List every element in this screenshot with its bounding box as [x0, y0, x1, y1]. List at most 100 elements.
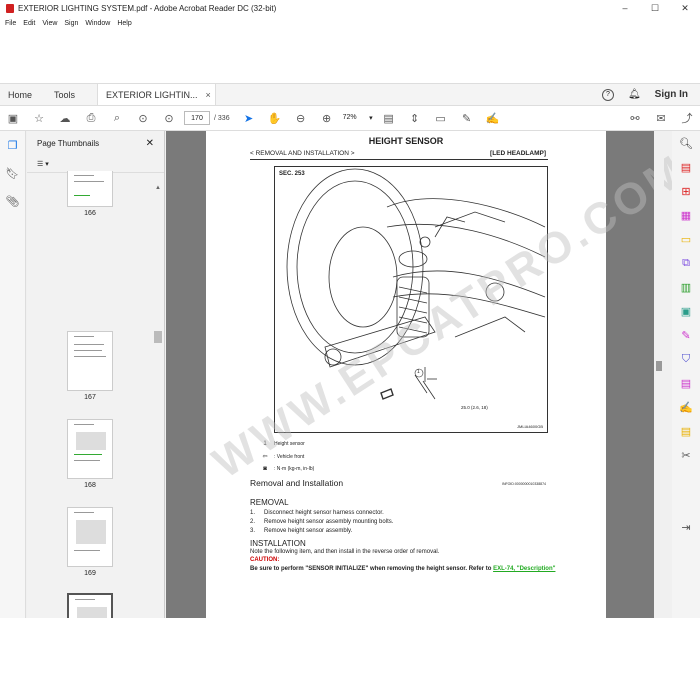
zoom-in-icon[interactable]: ⊕ [314, 106, 340, 131]
comment-icon[interactable]: ▭ [428, 106, 454, 131]
thumbnail-label: 168 [84, 482, 96, 489]
thumbnail-scrollbar[interactable]: ▲ [154, 185, 162, 585]
legend-text: : Vehicle front [274, 453, 305, 460]
next-page-icon[interactable]: ⊙ [156, 106, 182, 131]
print-icon[interactable]: ⎙ [78, 106, 104, 131]
menu-view[interactable]: View [42, 20, 57, 27]
link-icon[interactable]: ⚯ [622, 106, 648, 131]
highlight-pen-icon[interactable]: ✎ [454, 106, 480, 131]
zoom-select[interactable]: 72% ▾ [340, 114, 376, 122]
window-controls: – ☐ ✕ [610, 0, 700, 16]
tab-close-icon[interactable]: × [206, 90, 211, 100]
more-tools-icon[interactable]: ✂ [672, 443, 700, 467]
edit-pdf-icon[interactable]: ▦ [672, 203, 700, 227]
thumbnail-page-169[interactable]: 169 [67, 507, 113, 577]
callout-1: 1 [417, 369, 420, 375]
tab-document[interactable]: EXTERIOR LIGHTIN... × [97, 84, 216, 105]
create-pdf-icon[interactable]: ▣ [0, 106, 26, 131]
step-number: 1. [250, 510, 256, 516]
select-cursor-icon[interactable]: ➤ [236, 106, 262, 131]
protect-icon[interactable]: ⛉ [672, 347, 700, 371]
thumbnail-page-166[interactable]: 166 [67, 171, 113, 217]
removal-installation-heading: Removal and Installation [250, 478, 344, 488]
scroll-mode-icon[interactable]: ⇕ [402, 106, 428, 131]
page-thumbnails-icon[interactable]: ❐ [0, 131, 25, 159]
bookmark-icon[interactable]: 🔖︎ [0, 159, 25, 187]
notification-bell-icon[interactable]: 🔔︎ [628, 89, 641, 100]
document-view[interactable]: HEIGHT SENSOR < REMOVAL AND INSTALLATION… [166, 131, 696, 618]
document-scroll-thumb[interactable] [656, 361, 662, 371]
compress-pdf-icon[interactable]: ▣ [672, 299, 700, 323]
suspension-drawing [286, 168, 546, 400]
combine-files-icon[interactable]: ⧉ [672, 251, 700, 275]
export-pdf-icon[interactable]: ▤ [672, 155, 700, 179]
header-rule [250, 159, 548, 160]
menu-edit[interactable]: Edit [23, 20, 35, 27]
main-toolbar: ▣ ☆ ☁ ⎙ ⌕ ⊙ ⊙ 170 / 336 ➤ ✋ ⊖ ⊕ 72% ▾ ▤ ⇕… [0, 106, 700, 131]
page-number-input[interactable]: 170 [184, 111, 210, 125]
window-titlebar: EXTERIOR LIGHTING SYSTEM.pdf - Adobe Acr… [0, 0, 700, 16]
thumbnail-page-170[interactable]: 170 [67, 593, 113, 618]
share-icon[interactable]: ⤴ [674, 106, 700, 131]
thumbnail-image [67, 171, 113, 207]
fill-sign-icon[interactable]: ✎ [672, 323, 700, 347]
menu-sign[interactable]: Sign [64, 20, 78, 27]
enhance-scans-icon[interactable]: 🔍︎ [672, 131, 700, 155]
comment-tool-icon[interactable]: ▭ [672, 227, 700, 251]
collapse-rail-icon[interactable]: ⇥ [672, 515, 700, 539]
torque-wrench-icon: ◙ [263, 466, 267, 472]
step-text: Disconnect height sensor harness connect… [264, 510, 384, 516]
close-panel-icon[interactable]: ✕ [146, 138, 154, 149]
page-fit-icon[interactable]: ▤ [376, 106, 402, 131]
sign-icon[interactable]: ✍ [480, 106, 506, 131]
right-tools-rail: 🔍︎ ▤ ⊞ ▦ ▭ ⧉ ▥ ▣ ✎ ⛉ ▤ ✍ ▤ ✂ ⇥ [672, 131, 700, 618]
mail-icon[interactable]: ✉ [648, 106, 674, 131]
zoom-out-icon[interactable]: ⊖ [288, 106, 314, 131]
thumbnail-page-168[interactable]: 168 [67, 419, 113, 489]
menu-window[interactable]: Window [85, 20, 110, 27]
removal-step: 1. Disconnect height sensor harness conne… [250, 510, 384, 516]
caution-label: CAUTION: [250, 557, 280, 563]
acrobat-logo-icon [6, 3, 14, 13]
thumbnail-label: 166 [84, 210, 96, 217]
removal-step: 3. Remove height sensor assembly. [250, 528, 352, 534]
arrow-left-icon: ⇦ [262, 454, 268, 460]
menu-file[interactable]: File [5, 20, 16, 27]
sign-in-button[interactable]: Sign In [655, 89, 688, 100]
tab-home[interactable]: Home [0, 84, 40, 105]
bookmark-star-icon[interactable]: ☆ [26, 106, 52, 131]
breadcrumb: < REMOVAL AND INSTALLATION > [250, 150, 355, 157]
thumbnail-image [67, 331, 113, 391]
menu-help[interactable]: Help [117, 20, 131, 27]
scroll-up-icon[interactable]: ▲ [154, 185, 162, 191]
menu-bar: File Edit View Sign Window Help [0, 17, 132, 30]
attachment-icon[interactable]: 📎︎ [0, 187, 25, 215]
search-icon[interactable]: ⌕ [104, 106, 130, 131]
legend-text: : N·m (kg-m, in-lb) [274, 466, 315, 472]
certificates-icon[interactable]: ▤ [672, 419, 700, 443]
step-text: Remove height sensor assembly mounting b… [264, 519, 394, 525]
description-link[interactable]: EXL-74, "Description" [493, 566, 555, 572]
thumbnail-page-167[interactable]: 167 [67, 331, 113, 401]
minimize-button[interactable]: – [610, 0, 640, 16]
prev-page-icon[interactable]: ⊙ [130, 106, 156, 131]
upload-cloud-icon[interactable]: ☁ [52, 106, 78, 131]
thumbnail-image [67, 419, 113, 479]
pdf-page: HEIGHT SENSOR < REMOVAL AND INSTALLATION… [204, 131, 696, 618]
close-window-button[interactable]: ✕ [670, 0, 700, 16]
legend-vehicle-front: ⇦ : Vehicle front [260, 453, 305, 461]
maximize-button[interactable]: ☐ [640, 0, 670, 16]
prepare-form-icon[interactable]: ✍ [672, 395, 700, 419]
thumbnail-scroll-thumb[interactable] [154, 331, 162, 343]
help-icon[interactable]: ? [601, 88, 614, 101]
create-pdf-tool-icon[interactable]: ⊞ [672, 179, 700, 203]
figure-id: JMLIA4600GB [516, 424, 543, 429]
send-for-signature-icon[interactable]: ▤ [672, 371, 700, 395]
organize-pages-icon[interactable]: ▥ [672, 275, 700, 299]
caution-text: Be sure to perform "SENSOR INITIALIZE" w… [250, 565, 580, 573]
thumbnail-image [67, 593, 113, 618]
tab-tools[interactable]: Tools [40, 84, 97, 105]
document-scrollbar[interactable] [654, 131, 664, 618]
caution-body: Be sure to perform "SENSOR INITIALIZE" w… [250, 566, 492, 572]
hand-tool-icon[interactable]: ✋ [262, 106, 288, 131]
